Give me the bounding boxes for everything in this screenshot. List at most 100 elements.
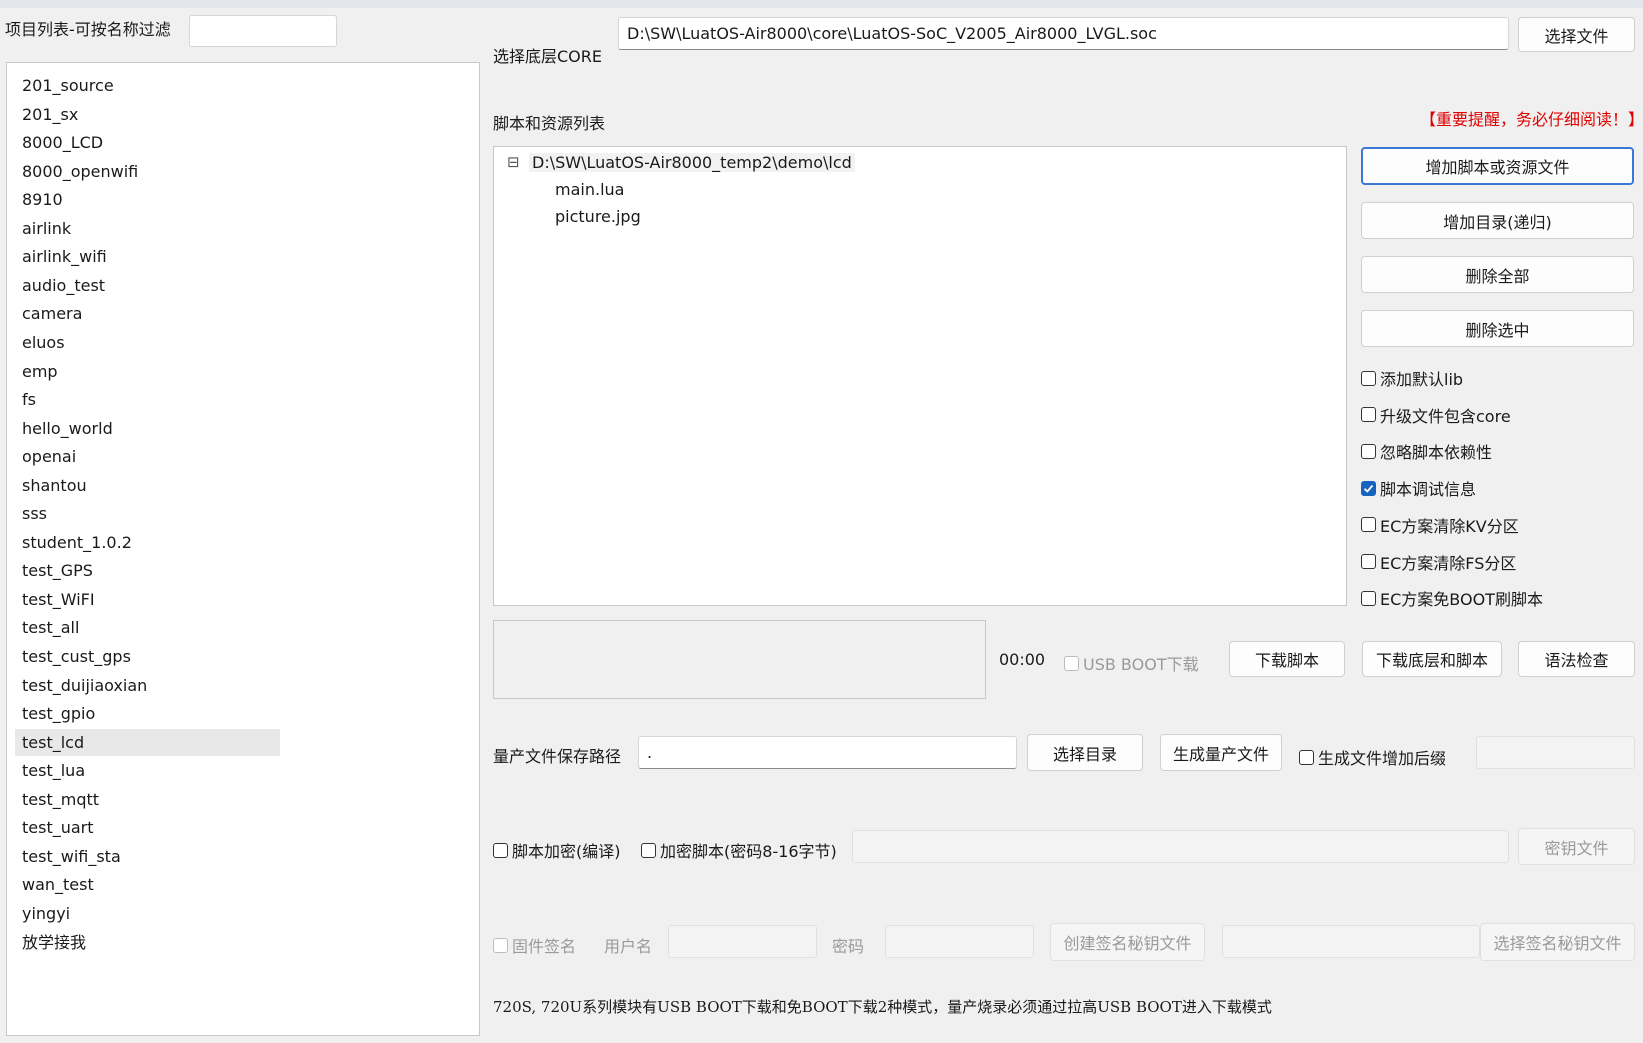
firmware-sign-label: 固件签名 bbox=[512, 937, 577, 956]
create-sign-key-button[interactable]: 创建签名秘钥文件 bbox=[1050, 923, 1205, 961]
project-list[interactable]: 201_source 201_sx 8000_LCD 8000_openwifi 891… bbox=[6, 62, 480, 1036]
window-top-strip bbox=[0, 0, 1643, 8]
usb-boot-download-label: USB BOOT下载 bbox=[1083, 655, 1199, 674]
mass-path-label: 量产文件保存路径 bbox=[493, 747, 622, 766]
project-list-item[interactable]: yingyi bbox=[15, 900, 280, 927]
option-checkbox[interactable]: EC方案清除KV分区 bbox=[1361, 513, 1519, 537]
sign-username-label: 用户名 bbox=[604, 937, 653, 956]
option-checkbox[interactable]: EC方案清除FS分区 bbox=[1361, 550, 1516, 574]
project-list-item[interactable]: eluos bbox=[15, 329, 280, 356]
project-list-item[interactable]: airlink bbox=[15, 215, 280, 242]
firmware-sign-checkbox[interactable]: 固件签名 bbox=[493, 933, 576, 957]
sign-password-label: 密码 bbox=[832, 937, 865, 956]
script-encrypt-compile-label: 脚本加密(编译) bbox=[512, 842, 621, 861]
project-list-item[interactable]: test_all bbox=[15, 614, 280, 641]
delete-selected-button[interactable]: 删除选中 bbox=[1361, 310, 1634, 347]
encrypt-script-password-label: 加密脚本(密码8-16字节) bbox=[660, 842, 837, 861]
option-label: 忽略脚本依赖性 bbox=[1380, 443, 1493, 463]
encrypt-script-password-checkbox[interactable]: 加密脚本(密码8-16字节) bbox=[641, 838, 837, 862]
project-list-item[interactable]: student_1.0.2 bbox=[15, 529, 280, 556]
checkbox-box bbox=[1299, 749, 1314, 765]
usb-boot-note: 720S, 720U系列模块有USB BOOT下载和免BOOT下载2种模式，量产… bbox=[493, 998, 1272, 1016]
project-list-item[interactable]: emp bbox=[15, 358, 280, 385]
important-notice-link[interactable]: 【重要提醒，务必仔细阅读！】 bbox=[1420, 106, 1643, 130]
project-list-item[interactable]: test_cust_gps bbox=[15, 643, 280, 670]
project-list-item[interactable]: 201_sx bbox=[15, 101, 280, 128]
checkbox-box bbox=[1361, 554, 1376, 569]
option-label: EC方案清除FS分区 bbox=[1380, 553, 1517, 573]
choose-core-file-button[interactable]: 选择文件 bbox=[1518, 17, 1635, 52]
checkbox-box bbox=[1064, 655, 1079, 671]
project-list-item[interactable]: shantou bbox=[15, 472, 280, 499]
choose-directory-button[interactable]: 选择目录 bbox=[1027, 734, 1143, 771]
add-directory-button[interactable]: 增加目录(递归) bbox=[1361, 202, 1634, 239]
checkbox-box bbox=[641, 842, 656, 858]
option-label: 脚本调试信息 bbox=[1380, 480, 1477, 500]
add-suffix-label: 生成文件增加后缀 bbox=[1318, 749, 1447, 768]
download-core-and-script-button[interactable]: 下载底层和脚本 bbox=[1362, 641, 1502, 677]
download-timer: 00:00 bbox=[999, 650, 1046, 669]
sign-password-input[interactable] bbox=[885, 925, 1034, 958]
generate-mass-file-button[interactable]: 生成量产文件 bbox=[1160, 734, 1282, 771]
project-list-item[interactable]: test_lcd bbox=[15, 728, 280, 756]
checkbox-box bbox=[1361, 590, 1376, 606]
tree-root-folder[interactable]: D:\SW\LuatOS-Air8000_temp2\demo\lcd bbox=[529, 153, 855, 172]
collapse-icon[interactable]: ⊟ bbox=[507, 153, 520, 171]
project-filter-input[interactable] bbox=[189, 15, 337, 47]
option-label: EC方案免BOOT刷脚本 bbox=[1380, 590, 1543, 610]
choose-sign-key-button[interactable]: 选择签名秘钥文件 bbox=[1480, 923, 1635, 961]
option-label: 添加默认lib bbox=[1380, 370, 1464, 389]
project-list-item[interactable]: test_duijiaoxian bbox=[15, 672, 280, 699]
project-filter-label: 项目列表-可按名称过滤 bbox=[5, 20, 171, 39]
syntax-check-button[interactable]: 语法检查 bbox=[1518, 641, 1635, 677]
project-list-item[interactable]: 8000_LCD bbox=[15, 129, 280, 156]
checkbox-box bbox=[1361, 370, 1376, 386]
project-list-item[interactable]: openai bbox=[15, 443, 280, 470]
project-list-item[interactable]: airlink_wifi bbox=[15, 243, 280, 270]
project-list-item[interactable]: hello_world bbox=[15, 415, 280, 442]
project-list-item[interactable]: test_GPS bbox=[15, 557, 280, 584]
checked-checkbox-icon bbox=[1361, 480, 1376, 496]
download-script-button[interactable]: 下载脚本 bbox=[1229, 641, 1345, 677]
project-list-item[interactable]: test_lua bbox=[15, 757, 280, 784]
script-file-tree[interactable]: ⊟ D:\SW\LuatOS-Air8000_temp2\demo\lcd ma… bbox=[493, 146, 1347, 606]
core-path-input[interactable]: D:\SW\LuatOS-Air8000\core\LuatOS-SoC_V20… bbox=[618, 17, 1509, 50]
project-list-item[interactable]: test_WiFI bbox=[15, 586, 280, 613]
project-list-item[interactable]: test_wifi_sta bbox=[15, 843, 280, 870]
core-label: 选择底层CORE bbox=[493, 47, 602, 66]
project-list-item[interactable]: 放学接我 bbox=[15, 929, 280, 956]
sign-username-input[interactable] bbox=[668, 925, 817, 958]
option-checkbox[interactable]: 升级文件包含core bbox=[1361, 403, 1511, 427]
checkbox-box bbox=[1361, 517, 1376, 533]
suffix-input[interactable] bbox=[1476, 736, 1635, 769]
add-script-file-button[interactable]: 增加脚本或资源文件 bbox=[1361, 147, 1634, 185]
option-checkbox[interactable]: 添加默认lib bbox=[1361, 366, 1463, 390]
option-checkbox[interactable]: 忽略脚本依赖性 bbox=[1361, 439, 1492, 463]
mass-path-input[interactable]: . bbox=[638, 736, 1017, 769]
project-list-item[interactable]: 201_source bbox=[15, 72, 280, 99]
encrypt-password-input[interactable] bbox=[852, 830, 1509, 863]
log-output-area bbox=[493, 620, 986, 699]
usb-boot-download-checkbox[interactable]: USB BOOT下载 bbox=[1064, 651, 1199, 675]
project-list-item[interactable]: camera bbox=[15, 300, 280, 327]
project-list-item[interactable]: test_mqtt bbox=[15, 786, 280, 813]
tree-file-item[interactable]: main.lua bbox=[555, 180, 624, 199]
project-list-item[interactable]: 8910 bbox=[15, 186, 280, 213]
script-encrypt-compile-checkbox[interactable]: 脚本加密(编译) bbox=[493, 838, 621, 862]
project-list-item[interactable]: fs bbox=[15, 386, 280, 413]
delete-all-button[interactable]: 删除全部 bbox=[1361, 256, 1634, 293]
add-suffix-checkbox[interactable]: 生成文件增加后缀 bbox=[1299, 745, 1446, 769]
project-list-item[interactable]: audio_test bbox=[15, 272, 280, 299]
key-file-button[interactable]: 密钥文件 bbox=[1518, 828, 1635, 865]
sign-key-path-input[interactable] bbox=[1222, 925, 1480, 958]
project-list-item[interactable]: test_gpio bbox=[15, 700, 280, 727]
project-list-item[interactable]: sss bbox=[15, 500, 280, 527]
checkbox-box bbox=[1361, 407, 1376, 423]
project-list-item[interactable]: wan_test bbox=[15, 871, 280, 898]
option-checkbox[interactable]: EC方案免BOOT刷脚本 bbox=[1361, 586, 1543, 610]
project-list-item[interactable]: test_uart bbox=[15, 814, 280, 841]
tree-file-item[interactable]: picture.jpg bbox=[555, 207, 641, 226]
scripts-label: 脚本和资源列表 bbox=[493, 114, 606, 133]
project-list-item[interactable]: 8000_openwifi bbox=[15, 158, 280, 185]
option-checkbox[interactable]: 脚本调试信息 bbox=[1361, 476, 1476, 500]
